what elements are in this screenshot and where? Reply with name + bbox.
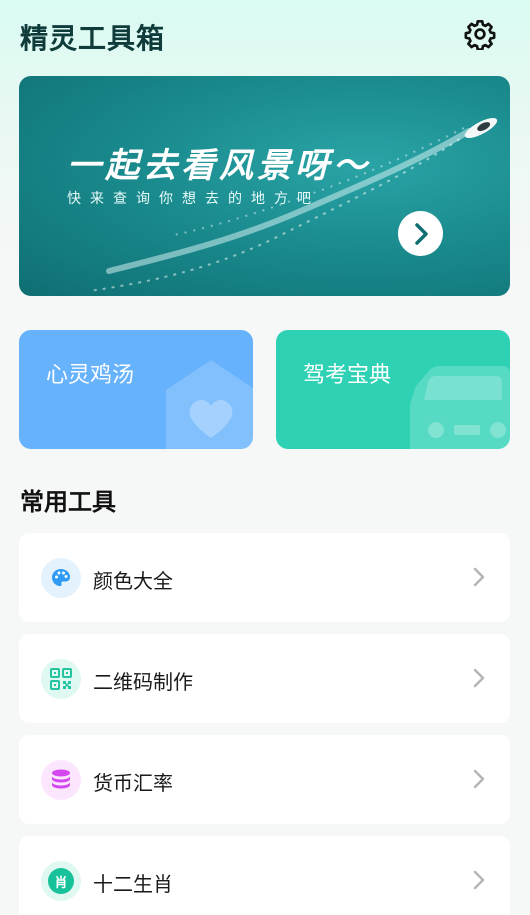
- gear-icon: [464, 20, 496, 50]
- zodiac-icon-glyph: 肖: [54, 875, 68, 891]
- section-title: 常用工具: [20, 488, 116, 516]
- car-icon: [410, 366, 510, 449]
- chevron-right-icon: [473, 870, 485, 890]
- banner-title: 一起去看风景呀～: [67, 146, 371, 186]
- banner-go-button[interactable]: [398, 211, 443, 256]
- coins-icon: [52, 769, 70, 789]
- tool-item-qrcode[interactable]: 二维码制作: [19, 634, 510, 723]
- card-label: 驾考宝典: [303, 363, 392, 388]
- tool-icon-badge: [41, 659, 81, 699]
- house-heart-icon: [166, 360, 253, 449]
- chevron-right-icon: [414, 222, 428, 245]
- tool-label: 颜色大全: [93, 569, 173, 593]
- tool-item-zodiac[interactable]: 肖 十二生肖: [19, 836, 510, 915]
- tool-label: 十二生肖: [93, 872, 173, 896]
- tool-icon-badge: [41, 558, 81, 598]
- qrcode-icon: [50, 668, 72, 690]
- tool-label: 二维码制作: [93, 670, 193, 694]
- driving-test-card[interactable]: 驾考宝典: [276, 330, 510, 449]
- tool-item-colors[interactable]: 颜色大全: [19, 533, 510, 622]
- app-header: 精灵工具箱: [0, 0, 530, 72]
- tool-icon-badge: 肖: [41, 861, 81, 901]
- chevron-right-icon: [473, 668, 485, 688]
- card-label: 心灵鸡汤: [46, 363, 135, 388]
- tool-label: 货币汇率: [93, 771, 173, 795]
- banner-subtitle: 快来查询你想去的地方吧: [67, 191, 320, 207]
- palette-icon: [52, 569, 70, 586]
- tool-item-currency[interactable]: 货币汇率: [19, 735, 510, 824]
- tool-icon-badge: [41, 760, 81, 800]
- scenery-banner[interactable]: 一起去看风景呀～ 快来查询你想去的地方吧: [19, 76, 510, 296]
- zodiac-icon: 肖: [48, 868, 74, 894]
- inspiration-card[interactable]: 心灵鸡汤: [19, 330, 253, 449]
- chevron-right-icon: [473, 567, 485, 587]
- app-title: 精灵工具箱: [20, 22, 166, 55]
- settings-button[interactable]: [462, 16, 498, 52]
- chevron-right-icon: [473, 769, 485, 789]
